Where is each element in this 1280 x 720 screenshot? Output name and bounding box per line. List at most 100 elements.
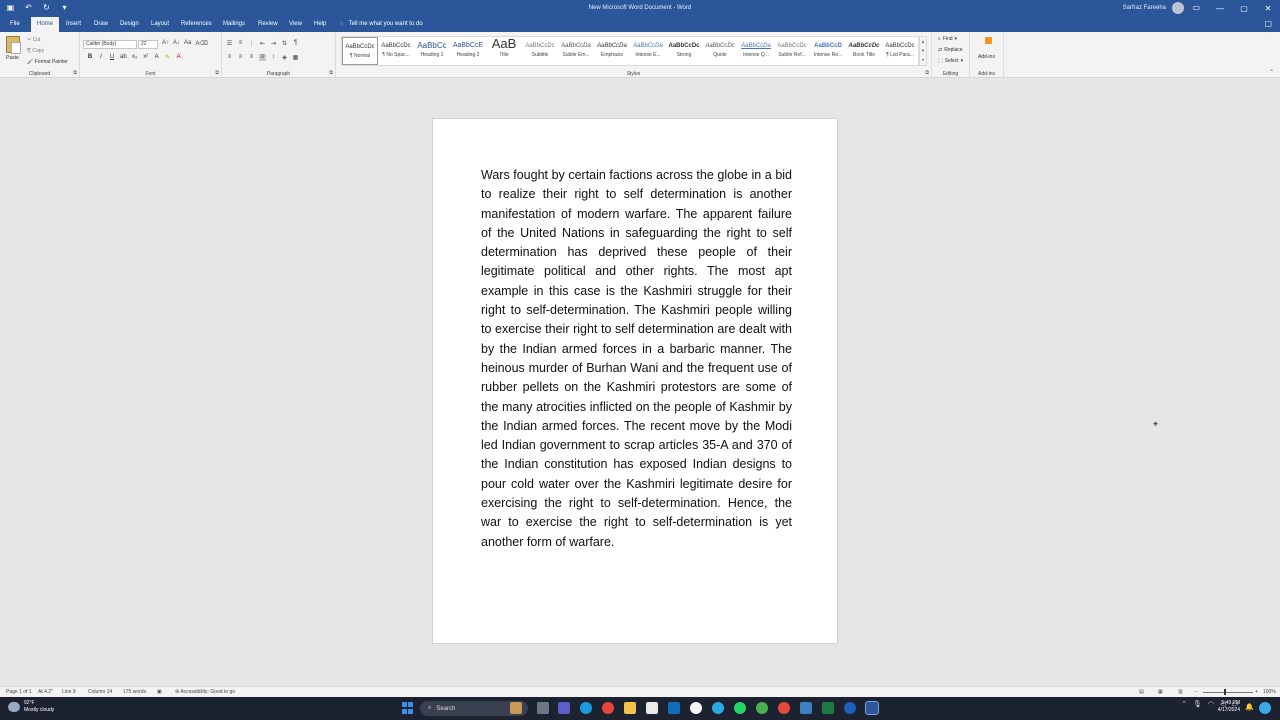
- column-number[interactable]: Column 14: [88, 689, 112, 695]
- line-number[interactable]: Line 9: [62, 689, 76, 695]
- numbering-icon[interactable]: ≡: [237, 40, 244, 47]
- app-icon[interactable]: [690, 702, 702, 714]
- style-list-paragraph[interactable]: AaBbCcDc ¶ List Para...: [882, 37, 918, 65]
- style-book-title[interactable]: AaBbCcDc Book Title: [846, 37, 882, 65]
- clipboard-launcher-icon[interactable]: ⧉: [73, 70, 77, 76]
- minimize-icon[interactable]: —: [1208, 0, 1232, 17]
- tab-layout[interactable]: Layout: [145, 17, 175, 32]
- weather-widget[interactable]: 92°F Mostly cloudy: [8, 700, 54, 714]
- tab-help[interactable]: Help: [308, 17, 332, 32]
- zoom-in-icon[interactable]: +: [1255, 689, 1258, 695]
- align-right-icon[interactable]: ≡: [248, 54, 255, 61]
- grow-font-icon[interactable]: A↑: [162, 40, 169, 47]
- style-subtitle[interactable]: AaBbCcDc Subtitle: [522, 37, 558, 65]
- highlight-icon[interactable]: ✎: [165, 54, 171, 61]
- paste-icon[interactable]: [6, 36, 21, 54]
- addins-button[interactable]: Add-ins: [978, 54, 995, 60]
- app-2-icon[interactable]: [844, 702, 856, 714]
- style-normal[interactable]: AaBbCcDc ¶ Normal: [342, 37, 378, 65]
- tab-mailings[interactable]: Mailings: [217, 17, 251, 32]
- style-emphasis[interactable]: AaBbCcDa Emphasis: [594, 37, 630, 65]
- superscript-icon[interactable]: x²: [143, 54, 149, 61]
- tab-draw[interactable]: Draw: [88, 17, 114, 32]
- microphone-icon[interactable]: 🎙: [1193, 700, 1202, 708]
- tab-insert[interactable]: Insert: [60, 17, 87, 32]
- font-launcher-icon[interactable]: ⧉: [215, 70, 219, 76]
- font-color-icon[interactable]: A: [176, 54, 182, 61]
- document-body[interactable]: Wars fought by certain factions across t…: [481, 166, 792, 552]
- proofing-icon[interactable]: ▣: [157, 689, 162, 695]
- collapse-ribbon-icon[interactable]: ⌃: [1269, 69, 1274, 76]
- copy-button[interactable]: ⎘ Copy: [27, 48, 44, 54]
- chevron-up-icon[interactable]: ⌃: [1181, 700, 1187, 708]
- whatsapp-icon[interactable]: [734, 702, 746, 714]
- underline-icon[interactable]: U: [109, 54, 115, 61]
- zoom-level[interactable]: 100%: [1263, 689, 1276, 695]
- show-marks-icon[interactable]: ¶: [292, 40, 299, 47]
- borders-icon[interactable]: ▦: [292, 54, 299, 61]
- close-icon[interactable]: ✕: [1256, 0, 1280, 17]
- notification-bell-icon[interactable]: 🔔: [1245, 703, 1254, 711]
- select-button[interactable]: ⬚ Select ▾: [938, 58, 963, 64]
- edge-icon[interactable]: [580, 702, 592, 714]
- style-no-spacing[interactable]: AaBbCcDc ¶ No Spac...: [378, 37, 414, 65]
- align-left-icon[interactable]: ≡: [226, 54, 233, 61]
- style-subtle-reference[interactable]: AaBbCcDc Subtle Ref...: [774, 37, 810, 65]
- print-layout-icon[interactable]: ▦: [1158, 689, 1163, 695]
- find-button[interactable]: ⌕ Find ▾: [938, 36, 957, 42]
- sort-icon[interactable]: ⇅: [281, 40, 288, 47]
- chrome-profile-icon[interactable]: [756, 702, 768, 714]
- maximize-icon[interactable]: ▢: [1232, 0, 1256, 17]
- replace-button[interactable]: ⇄ Replace: [938, 47, 963, 53]
- account[interactable]: Sarfraz Fareeha: [1123, 2, 1184, 14]
- word-count[interactable]: 175 words: [123, 689, 146, 695]
- document-page[interactable]: Wars fought by certain factions across t…: [432, 118, 838, 644]
- tab-view[interactable]: View: [283, 17, 308, 32]
- multilevel-list-icon[interactable]: ⋮: [248, 40, 255, 47]
- paragraph-launcher-icon[interactable]: ⧉: [329, 70, 333, 76]
- increase-indent-icon[interactable]: ⇥: [270, 40, 277, 47]
- style-intense-emphasis[interactable]: AaBbCcDa Intense E...: [630, 37, 666, 65]
- justify-icon[interactable]: ≡: [259, 54, 266, 61]
- italic-icon[interactable]: I: [98, 54, 104, 61]
- chrome-icon[interactable]: [602, 702, 614, 714]
- tab-file[interactable]: File: [4, 17, 26, 32]
- subscript-icon[interactable]: x₂: [132, 54, 138, 61]
- file-explorer-icon[interactable]: [624, 702, 636, 714]
- decrease-indent-icon[interactable]: ⇤: [259, 40, 266, 47]
- comments-icon[interactable]: ▢: [1264, 19, 1272, 28]
- tab-review[interactable]: Review: [252, 17, 284, 32]
- text-effects-icon[interactable]: A: [154, 54, 160, 61]
- mail-icon[interactable]: [668, 702, 680, 714]
- store-icon[interactable]: [646, 702, 658, 714]
- photos-icon[interactable]: [800, 702, 812, 714]
- accessibility-status[interactable]: ⊛ Accessibility: Good to go: [175, 689, 235, 695]
- shading-icon[interactable]: ◈: [281, 54, 288, 61]
- chrome-profile-2-icon[interactable]: [778, 702, 790, 714]
- teams-chat-icon[interactable]: [558, 702, 570, 714]
- web-layout-icon[interactable]: ▥: [1178, 689, 1183, 695]
- skype-icon[interactable]: [712, 702, 724, 714]
- styles-gallery-scroll[interactable]: ▲ ▼ ▾: [919, 36, 927, 66]
- style-intense-quote[interactable]: AaBbCcDa Intense Q...: [738, 37, 774, 65]
- cut-button[interactable]: ✂ Cut: [27, 37, 40, 43]
- bullets-icon[interactable]: ☰: [226, 40, 233, 47]
- tab-references[interactable]: References: [175, 17, 218, 32]
- paste-button[interactable]: Paste: [6, 55, 19, 61]
- style-intense-reference[interactable]: AaBbCcD Intense Re...: [810, 37, 846, 65]
- strikethrough-icon[interactable]: ab: [120, 54, 127, 61]
- tab-design[interactable]: Design: [114, 17, 145, 32]
- format-painter-button[interactable]: 🖌 Format Painter: [27, 59, 68, 65]
- line-spacing-icon[interactable]: ↕: [270, 54, 277, 61]
- zoom-out-icon[interactable]: −: [1195, 689, 1198, 695]
- task-view-icon[interactable]: [537, 702, 549, 714]
- font-name-box[interactable]: Calibri (Body): [83, 40, 137, 49]
- bold-icon[interactable]: B: [87, 54, 93, 61]
- change-case-icon[interactable]: Aa: [184, 40, 191, 47]
- windows-start-icon[interactable]: [402, 702, 414, 714]
- copilot-icon[interactable]: [1259, 702, 1271, 714]
- excel-icon[interactable]: [822, 702, 834, 714]
- style-subtle-emphasis[interactable]: AaBbCcDa Subtle Em...: [558, 37, 594, 65]
- cursor-position[interactable]: At 4.2": [38, 689, 53, 695]
- ribbon-display-options-icon[interactable]: ▭: [1192, 3, 1200, 12]
